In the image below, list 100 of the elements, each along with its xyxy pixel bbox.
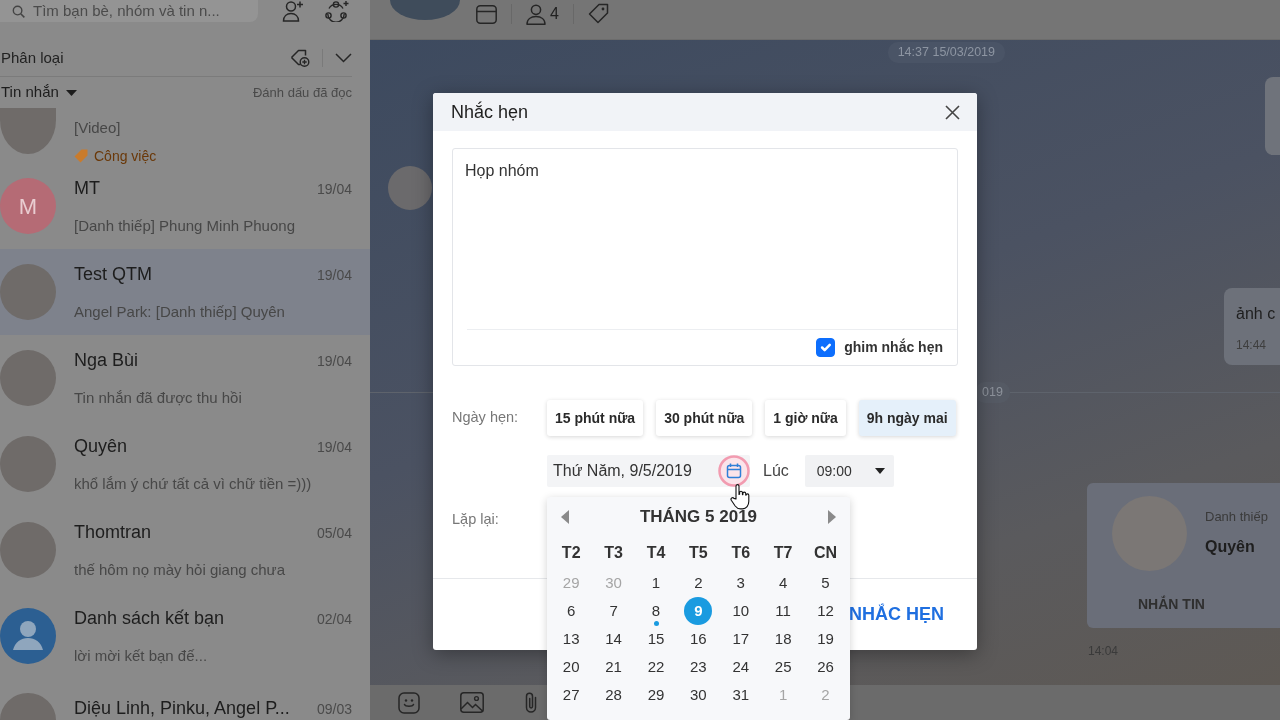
calendar-day[interactable]: 4 [769, 569, 798, 597]
caret-left-icon[interactable] [561, 510, 569, 524]
avatar-photo [0, 522, 56, 578]
conversation-item[interactable]: Test QTM 19/04 Angel Park: [Danh thiếp] Quyên [0, 249, 370, 335]
calendar-day[interactable]: 31 [726, 681, 755, 709]
avatar-photo [0, 436, 56, 492]
avatar-photo [0, 108, 56, 154]
avatar-photo [0, 264, 56, 320]
tag-label: Công việc [94, 146, 157, 166]
message-preview: Tin nhắn đã được thu hồi [74, 387, 242, 408]
card-icon[interactable] [476, 5, 497, 24]
calendar-day[interactable]: 26 [811, 653, 840, 681]
calendar-day[interactable]: 25 [769, 653, 798, 681]
close-icon[interactable] [945, 104, 960, 120]
calendar-day[interactable]: 27 [557, 681, 586, 709]
contact-list-icon [0, 608, 56, 664]
calendar-day[interactable]: 23 [684, 653, 713, 681]
messages-dropdown[interactable]: Tin nhắn [1, 81, 77, 104]
calendar-day[interactable]: 10 [726, 597, 755, 625]
filter-label: Phân loại [1, 47, 64, 68]
message-preview: [Video] [74, 118, 121, 138]
message-date: 19/04 [316, 351, 352, 371]
conversation-item[interactable]: Quyên 19/04 khổ lắm ý chứ tất cả vì chữ tiền =))) [0, 421, 370, 507]
submit-button[interactable]: NHẮC HẸN [849, 601, 944, 628]
image-icon[interactable] [460, 692, 484, 713]
search-icon [12, 4, 25, 18]
card-label: Danh thiếp [1205, 507, 1268, 526]
note-field[interactable]: Họp nhóm [453, 149, 957, 329]
message-date: 19/04 [316, 265, 352, 285]
month-title: THÁNG 5 2019 [639, 506, 758, 529]
calendar-icon[interactable] [718, 455, 750, 487]
tag-icon[interactable] [587, 3, 609, 24]
quick-time-button[interactable]: 30 phút nữa [656, 400, 753, 436]
message-date: 19/04 [316, 179, 352, 199]
paperclip-icon[interactable] [524, 691, 538, 714]
quick-time-button[interactable]: 9h ngày mai [858, 400, 956, 436]
pin-checkbox[interactable] [816, 338, 836, 357]
person-icon [526, 3, 546, 25]
tag-add-icon[interactable] [290, 48, 310, 68]
contact-name: Test QTM [74, 262, 152, 286]
message-time: 14:44 [1236, 336, 1267, 354]
date-field[interactable]: Thứ Năm, 9/5/2019 [547, 455, 750, 487]
contact-name: MT [74, 176, 100, 200]
weekday-label: CN [813, 543, 839, 563]
avatar-photo [0, 693, 56, 720]
avatar-photo [0, 350, 56, 406]
calendar-day[interactable]: 7 [599, 597, 628, 625]
calendar-day[interactable]: 12 [811, 597, 840, 625]
create-group-icon[interactable] [324, 0, 350, 22]
date-pill: 019 [975, 382, 1010, 404]
dialog-title: Nhắc hẹn [451, 100, 529, 124]
date-label: Ngày hẹn: [452, 408, 520, 428]
conversation-item[interactable]: Danh sách kết bạn 02/04 lời mời kết bạn đế... [0, 593, 370, 679]
time-select[interactable]: 09:00 [804, 455, 894, 487]
calendar-day[interactable]: 30 [684, 681, 713, 709]
calendar-day[interactable]: 16 [684, 625, 713, 653]
members-button[interactable]: 4 [526, 2, 559, 26]
weekday-label: T3 [603, 543, 624, 563]
calendar-day[interactable]: 20 [557, 653, 586, 681]
calendar-day[interactable]: 15 [641, 625, 670, 653]
calendar-day[interactable]: 29 [641, 681, 670, 709]
chevron-down-icon[interactable] [335, 53, 352, 63]
calendar-day[interactable]: 14 [599, 625, 628, 653]
message-date: 19/04 [316, 437, 352, 457]
contact-name: Nga Bùi [74, 348, 139, 372]
conversation-item[interactable]: Nga Bùi 19/04 Tin nhắn đã được thu hồi [0, 335, 370, 421]
quick-time-button[interactable]: 15 phút nữa [547, 400, 644, 436]
contact-name: Quyên [1205, 537, 1255, 558]
add-friend-icon[interactable] [282, 0, 304, 22]
weekday-label: T5 [688, 543, 709, 563]
calendar-day[interactable]: 21 [599, 653, 628, 681]
message-preview: thế hôm nọ mày hỏi giang chưa [74, 559, 285, 580]
conversation-item[interactable]: Thomtran 05/04 thế hôm nọ mày hỏi giang chưa [0, 507, 370, 593]
calendar-day[interactable]: 6 [557, 597, 586, 625]
calendar-day[interactable]: 24 [726, 653, 755, 681]
calendar-day[interactable]: 13 [557, 625, 586, 653]
conversation-item[interactable]: M MT 19/04 [Danh thiếp] Phung Minh Phuong [0, 163, 370, 249]
conversation-item[interactable]: Diệu Linh, Pinku, Angel P... 09/03 [0, 679, 370, 720]
contact-name: Diệu Linh, Pinku, Angel P... [74, 697, 290, 720]
contact-name: Thomtran [74, 520, 152, 544]
time-label: Lúc [763, 461, 789, 481]
caret-right-icon[interactable] [828, 510, 836, 524]
sticker-icon[interactable] [398, 691, 420, 714]
calendar-day[interactable]: 19 [811, 625, 840, 653]
calendar-day[interactable]: 17 [726, 625, 755, 653]
calendar-day[interactable]: 1 [641, 569, 670, 597]
quick-time-button[interactable]: 1 giờ nữa [765, 400, 846, 436]
timestamp-pill: 14:37 15/03/2019 [887, 42, 1005, 63]
calendar-day[interactable]: 18 [769, 625, 798, 653]
message-preview: khổ lắm ý chứ tất cả vì chữ tiền =))) [74, 473, 312, 494]
message-text: ảnh c [1236, 303, 1276, 324]
message-date: 05/04 [316, 523, 352, 543]
calendar-day[interactable]: 5 [811, 569, 840, 597]
calendar-day[interactable]: 3 [726, 569, 755, 597]
message-preview: Angel Park: [Danh thiếp] Quyên [74, 301, 285, 322]
calendar-day[interactable]: 11 [769, 597, 798, 625]
calendar-day[interactable]: 22 [641, 653, 670, 681]
calendar-day[interactable]: 2 [684, 569, 713, 597]
calendar-day[interactable]: 8 [641, 597, 670, 625]
calendar-day[interactable]: 28 [599, 681, 628, 709]
